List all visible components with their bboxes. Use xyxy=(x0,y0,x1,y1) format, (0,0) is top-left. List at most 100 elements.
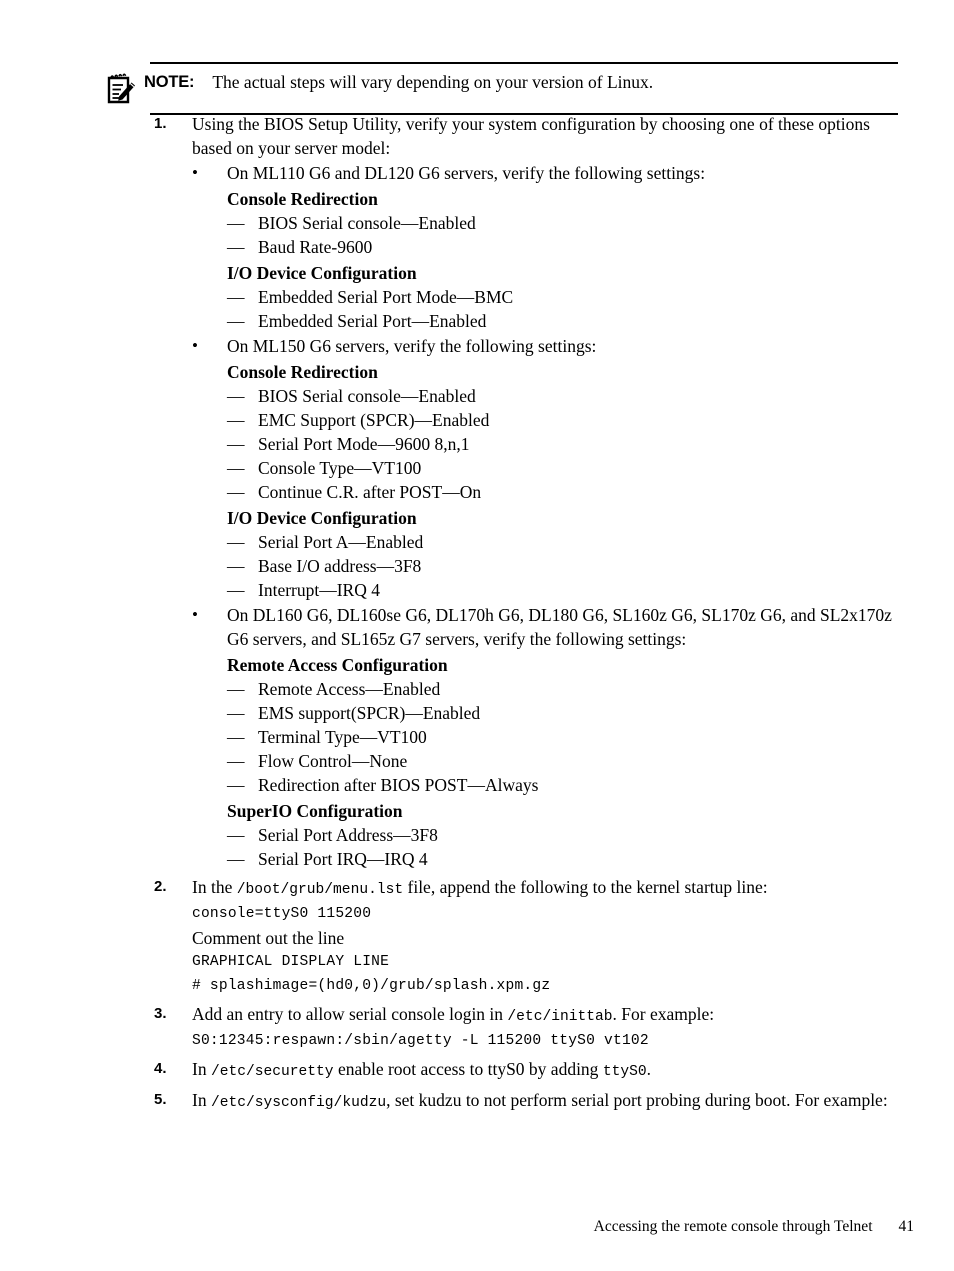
setting-text: Terminal Type—VT100 xyxy=(258,727,427,747)
bullet-content: On ML150 G6 servers, verify the followin… xyxy=(227,334,904,602)
step-text-fragment: file, append the following to the kernel… xyxy=(403,877,768,897)
code-line: S0:12345:respawn:/sbin/agetty -L 115200 … xyxy=(192,1033,649,1049)
setting-text: Serial Port A—Enabled xyxy=(258,532,424,552)
settings-group-heading: Console Redirection xyxy=(227,189,378,209)
step-number: 2. xyxy=(154,878,167,895)
code-line: GRAPHICAL DISPLAY LINE xyxy=(192,954,390,970)
step-text-fragment: , set kudzu to not perform serial port p… xyxy=(386,1090,888,1110)
setting-text: Embedded Serial Port Mode—BMC xyxy=(258,287,514,307)
setting-text: Continue C.R. after POST—On xyxy=(258,482,482,502)
code-line: console=ttyS0 115200 xyxy=(192,906,372,922)
setting-text: Redirection after BIOS POST—Always xyxy=(258,775,539,795)
procedure-step-list: 1. Using the BIOS Setup Utility, verify y… xyxy=(104,108,914,1115)
bullet-marker: • xyxy=(192,163,198,182)
dash-marker: — xyxy=(227,532,245,552)
dash-marker: — xyxy=(227,386,245,406)
setting-text: Serial Port Address—3F8 xyxy=(258,825,438,845)
step-number: 5. xyxy=(154,1091,167,1108)
inline-code: /etc/inittab xyxy=(507,1009,613,1025)
dash-marker: — xyxy=(227,751,245,771)
procedure-step: 3. Add an entry to allow serial console l… xyxy=(104,1002,914,1053)
inline-code: /etc/sysconfig/kudzu xyxy=(210,1095,387,1111)
settings-group-heading: Console Redirection xyxy=(227,362,378,382)
step-lead-text: In /etc/sysconfig/kudzu, set kudzu to no… xyxy=(192,1088,904,1115)
dash-marker: — xyxy=(227,775,245,795)
setting-item: — Continue C.R. after POST—On xyxy=(227,480,904,504)
setting-item: — Embedded Serial Port Mode—BMC xyxy=(227,285,904,309)
bullet-content: On ML110 G6 and DL120 G6 servers, verify… xyxy=(227,161,904,333)
setting-item: — Terminal Type—VT100 xyxy=(227,725,904,749)
procedure-step: 5. In /etc/sysconfig/kudzu, set kudzu to … xyxy=(104,1088,914,1115)
setting-item: — Baud Rate-9600 xyxy=(227,235,904,259)
setting-text: Interrupt—IRQ 4 xyxy=(258,580,380,600)
footer-title: Accessing the remote console through Tel… xyxy=(593,1218,873,1235)
procedure-step: 2. In the /boot/grub/menu.lst file, appen… xyxy=(104,875,914,998)
setting-text: EMC Support (SPCR)—Enabled xyxy=(258,410,490,430)
setting-item: — Serial Port A—Enabled xyxy=(227,530,904,554)
setting-text: Flow Control—None xyxy=(258,751,408,771)
step-number: 4. xyxy=(154,1060,167,1077)
setting-item: — Console Type—VT100 xyxy=(227,456,904,480)
step-number: 1. xyxy=(154,115,167,132)
setting-text: Embedded Serial Port—Enabled xyxy=(258,311,487,331)
dash-marker: — xyxy=(227,825,245,845)
setting-item: — Base I/O address—3F8 xyxy=(227,554,904,578)
setting-text: Baud Rate-9600 xyxy=(258,237,373,257)
dash-marker: — xyxy=(227,434,245,454)
step-content: Add an entry to allow serial console log… xyxy=(192,1002,914,1053)
step-content: In /etc/sysconfig/kudzu, set kudzu to no… xyxy=(192,1088,914,1115)
step-text-fragment: In the xyxy=(192,877,237,897)
step-lead-text: In /etc/securetty enable root access to … xyxy=(192,1057,904,1084)
step-text-fragment: . xyxy=(646,1059,651,1079)
setting-text: BIOS Serial console—Enabled xyxy=(258,386,476,406)
note-body: NOTE: The actual steps will vary dependi… xyxy=(104,64,898,113)
bullet-item: • On DL160 G6, DL160se G6, DL170h G6, DL1… xyxy=(192,603,904,871)
step-lead-text: In the /boot/grub/menu.lst file, append … xyxy=(192,875,904,902)
footer-page-number: 41 xyxy=(898,1218,915,1235)
step-text-fragment: In xyxy=(192,1090,211,1110)
setting-text: Serial Port Mode—9600 8,n,1 xyxy=(258,434,470,454)
dash-marker: — xyxy=(227,287,245,307)
setting-text: Base I/O address—3F8 xyxy=(258,556,422,576)
bullet-content: On DL160 G6, DL160se G6, DL170h G6, DL18… xyxy=(227,603,904,871)
bullet-marker: • xyxy=(192,336,198,355)
setting-item: — BIOS Serial console—Enabled xyxy=(227,211,904,235)
settings-group-heading: Remote Access Configuration xyxy=(227,655,448,675)
dash-marker: — xyxy=(227,237,245,257)
note-text: The actual steps will vary depending on … xyxy=(212,72,654,92)
setting-text: Remote Access—Enabled xyxy=(258,679,441,699)
dash-marker: — xyxy=(227,556,245,576)
setting-item: — Interrupt—IRQ 4 xyxy=(227,578,904,602)
dash-marker: — xyxy=(227,727,245,747)
setting-item: — Serial Port Address—3F8 xyxy=(227,823,904,847)
dash-marker: — xyxy=(227,410,245,430)
bullet-text: On ML110 G6 and DL120 G6 servers, verify… xyxy=(227,163,706,183)
dash-marker: — xyxy=(227,311,245,331)
step-text-fragment: . For example: xyxy=(612,1004,715,1024)
bullet-item: • On ML110 G6 and DL120 G6 servers, verif… xyxy=(192,161,904,333)
setting-item: — Embedded Serial Port—Enabled xyxy=(227,309,904,333)
bullet-text: On ML150 G6 servers, verify the followin… xyxy=(227,336,597,356)
dash-marker: — xyxy=(227,703,245,723)
step-content: Using the BIOS Setup Utility, verify you… xyxy=(192,112,914,871)
setting-text: Serial Port IRQ—IRQ 4 xyxy=(258,849,428,869)
setting-item: — EMC Support (SPCR)—Enabled xyxy=(227,408,904,432)
step-number: 3. xyxy=(154,1005,167,1022)
inline-code: /etc/securetty xyxy=(210,1064,334,1080)
document-page: NOTE: The actual steps will vary dependi… xyxy=(0,0,954,1271)
setting-text: EMS support(SPCR)—Enabled xyxy=(258,703,481,723)
setting-item: — EMS support(SPCR)—Enabled xyxy=(227,701,904,725)
inline-code: /boot/grub/menu.lst xyxy=(236,882,404,898)
setting-item: — BIOS Serial console—Enabled xyxy=(227,384,904,408)
step-text-fragment: enable root access to ttyS0 by adding xyxy=(333,1059,603,1079)
step-text-fragment: Add an entry to allow serial console log… xyxy=(192,1004,508,1024)
bullet-marker: • xyxy=(192,605,198,624)
page-footer: Accessing the remote console through Tel… xyxy=(0,1218,914,1236)
bullet-item: • On ML150 G6 servers, verify the followi… xyxy=(192,334,904,602)
step-content: In /etc/securetty enable root access to … xyxy=(192,1057,914,1084)
settings-group-heading: I/O Device Configuration xyxy=(227,263,417,283)
step-lead-text: Add an entry to allow serial console log… xyxy=(192,1002,904,1029)
setting-text: Console Type—VT100 xyxy=(258,458,422,478)
dash-marker: — xyxy=(227,458,245,478)
setting-item: — Serial Port IRQ—IRQ 4 xyxy=(227,847,904,871)
